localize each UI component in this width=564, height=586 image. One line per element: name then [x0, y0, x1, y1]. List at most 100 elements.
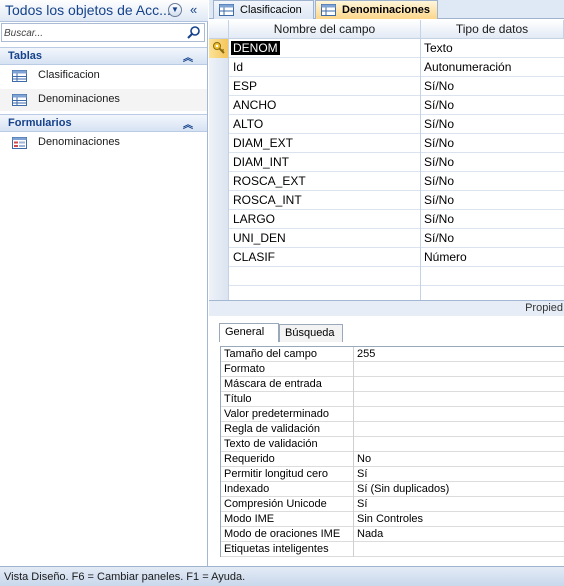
- row-selector[interactable]: [209, 134, 229, 153]
- field-name-cell[interactable]: LARGO: [229, 210, 421, 229]
- property-row[interactable]: Valor predeterminado: [220, 407, 564, 422]
- data-type-cell[interactable]: Sí/No: [421, 77, 564, 96]
- navigation-pane-header[interactable]: Todos los objetos de Acc... ▼ «: [0, 0, 208, 22]
- field-name-cell[interactable]: ROSCA_INT: [229, 191, 421, 210]
- field-row[interactable]: ROSCA_INT Sí/No: [209, 191, 564, 210]
- field-name-cell[interactable]: ESP: [229, 77, 421, 96]
- field-name-cell[interactable]: CLASIF: [229, 248, 421, 267]
- property-value[interactable]: Sí: [354, 497, 564, 512]
- property-row[interactable]: Máscara de entrada: [220, 377, 564, 392]
- property-value[interactable]: Sin Controles: [354, 512, 564, 527]
- data-type-cell[interactable]: [421, 286, 564, 300]
- field-name-cell[interactable]: UNI_DEN: [229, 229, 421, 248]
- field-row[interactable]: DENOM Texto: [209, 39, 564, 58]
- grid-corner[interactable]: [209, 20, 229, 39]
- field-row[interactable]: ESP Sí/No: [209, 77, 564, 96]
- property-row[interactable]: Texto de validación: [220, 437, 564, 452]
- property-value[interactable]: Nada: [354, 527, 564, 542]
- tab-busqueda[interactable]: Búsqueda: [279, 324, 343, 342]
- data-type-cell[interactable]: Sí/No: [421, 229, 564, 248]
- data-type-cell[interactable]: Sí/No: [421, 172, 564, 191]
- chevron-up-icon[interactable]: ︽: [183, 49, 193, 64]
- data-type-cell[interactable]: Sí/No: [421, 191, 564, 210]
- field-name-cell[interactable]: DIAM_INT: [229, 153, 421, 172]
- data-type-cell[interactable]: Sí/No: [421, 96, 564, 115]
- property-value[interactable]: [354, 407, 564, 422]
- data-type-cell[interactable]: Número: [421, 248, 564, 267]
- search-icon[interactable]: [186, 25, 201, 40]
- data-type-cell[interactable]: Autonumeración: [421, 58, 564, 77]
- field-name-cell[interactable]: [229, 267, 421, 286]
- property-row[interactable]: Modo IME Sin Controles: [220, 512, 564, 527]
- row-selector[interactable]: [209, 96, 229, 115]
- double-chevron-left-icon[interactable]: «: [190, 2, 197, 17]
- row-selector[interactable]: [209, 229, 229, 248]
- row-selector[interactable]: [209, 39, 229, 58]
- property-value[interactable]: [354, 362, 564, 377]
- field-row[interactable]: DIAM_EXT Sí/No: [209, 134, 564, 153]
- property-value[interactable]: [354, 437, 564, 452]
- chevron-up-icon[interactable]: ︽: [183, 116, 193, 131]
- property-value[interactable]: [354, 392, 564, 407]
- field-row[interactable]: ALTO Sí/No: [209, 115, 564, 134]
- field-row[interactable]: ROSCA_EXT Sí/No: [209, 172, 564, 191]
- property-value[interactable]: [354, 542, 564, 557]
- field-row[interactable]: UNI_DEN Sí/No: [209, 229, 564, 248]
- search-input[interactable]: [4, 26, 184, 40]
- group-header-formularios[interactable]: Formularios ︽: [0, 114, 207, 132]
- row-selector[interactable]: [209, 286, 229, 300]
- field-row[interactable]: Id Autonumeración: [209, 58, 564, 77]
- property-row[interactable]: Formato: [220, 362, 564, 377]
- data-type-cell[interactable]: Sí/No: [421, 115, 564, 134]
- row-selector[interactable]: [209, 248, 229, 267]
- field-name-cell[interactable]: ALTO: [229, 115, 421, 134]
- property-row[interactable]: Título: [220, 392, 564, 407]
- field-name-cell[interactable]: DENOM: [229, 39, 421, 58]
- property-row[interactable]: Permitir longitud cero Sí: [220, 467, 564, 482]
- property-row[interactable]: Requerido No: [220, 452, 564, 467]
- tab-general[interactable]: General: [219, 323, 279, 342]
- search-box[interactable]: [1, 23, 205, 42]
- row-selector[interactable]: [209, 172, 229, 191]
- field-name-cell[interactable]: ROSCA_EXT: [229, 172, 421, 191]
- navigation-pane-title[interactable]: Todos los objetos de Acc...: [5, 2, 171, 18]
- field-row[interactable]: CLASIF Número: [209, 248, 564, 267]
- row-selector[interactable]: [209, 191, 229, 210]
- row-selector[interactable]: [209, 115, 229, 134]
- data-type-cell[interactable]: [421, 267, 564, 286]
- property-value[interactable]: Sí: [354, 467, 564, 482]
- property-value[interactable]: No: [354, 452, 564, 467]
- property-row[interactable]: Etiquetas inteligentes: [220, 542, 564, 557]
- data-type-cell[interactable]: Sí/No: [421, 134, 564, 153]
- row-selector[interactable]: [209, 77, 229, 96]
- data-type-cell[interactable]: Sí/No: [421, 210, 564, 229]
- row-selector[interactable]: [209, 58, 229, 77]
- property-row[interactable]: Tamaño del campo 255: [220, 347, 564, 362]
- property-row[interactable]: Modo de oraciones IME Nada: [220, 527, 564, 542]
- column-header-field-name[interactable]: Nombre del campo: [229, 20, 421, 39]
- property-row[interactable]: Indexado Sí (Sin duplicados): [220, 482, 564, 497]
- tab-clasificacion[interactable]: Clasificacion: [213, 0, 314, 19]
- property-value[interactable]: Sí (Sin duplicados): [354, 482, 564, 497]
- field-name-cell[interactable]: [229, 286, 421, 300]
- row-selector[interactable]: [209, 153, 229, 172]
- property-value[interactable]: [354, 377, 564, 392]
- nav-item-denominaciones-form[interactable]: Denominaciones: [0, 132, 207, 154]
- group-header-tablas[interactable]: Tablas ︽: [0, 47, 207, 65]
- empty-field-row[interactable]: [209, 267, 564, 286]
- property-value[interactable]: 255: [354, 347, 564, 362]
- property-row[interactable]: Regla de validación: [220, 422, 564, 437]
- property-value[interactable]: [354, 422, 564, 437]
- data-type-cell[interactable]: Sí/No: [421, 153, 564, 172]
- field-name-cell[interactable]: Id: [229, 58, 421, 77]
- property-row[interactable]: Compresión Unicode Sí: [220, 497, 564, 512]
- column-header-data-type[interactable]: Tipo de datos: [421, 20, 564, 39]
- field-name-cell[interactable]: DIAM_EXT: [229, 134, 421, 153]
- chevron-down-circle-icon[interactable]: ▼: [168, 3, 182, 17]
- data-type-cell[interactable]: Texto: [421, 39, 564, 58]
- row-selector[interactable]: [209, 210, 229, 229]
- empty-field-row[interactable]: [209, 286, 564, 300]
- tab-denominaciones[interactable]: Denominaciones: [315, 0, 438, 19]
- field-name-cell[interactable]: ANCHO: [229, 96, 421, 115]
- field-row[interactable]: DIAM_INT Sí/No: [209, 153, 564, 172]
